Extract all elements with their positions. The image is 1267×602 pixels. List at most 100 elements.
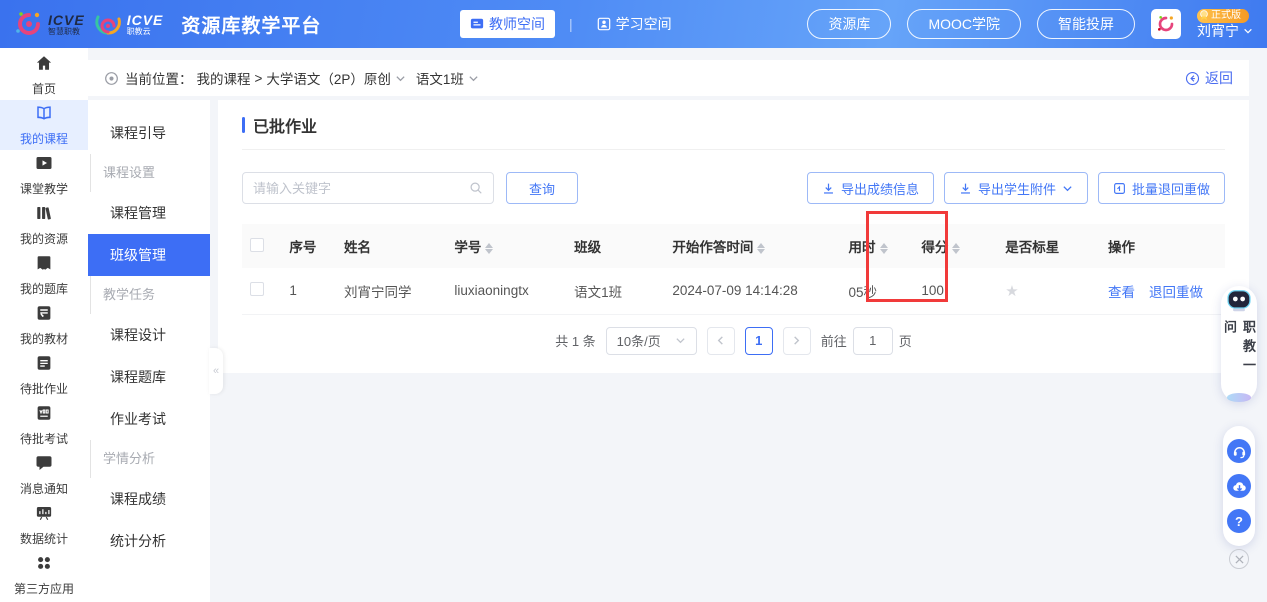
return-redo-icon <box>1113 182 1126 195</box>
peacock-icon <box>93 9 123 39</box>
avatar[interactable] <box>1151 9 1181 39</box>
sidebar-item-label: 我的课程 <box>20 130 68 147</box>
sidebar-item-message[interactable]: 消息通知 <box>0 450 88 500</box>
submenu-group-8: 学情分析 <box>90 440 210 478</box>
row-checkbox[interactable] <box>250 282 264 296</box>
column-header-8: 操作 <box>1100 224 1225 268</box>
submenu-item-6[interactable]: 课程题库 <box>88 356 210 398</box>
goto-page-input[interactable] <box>853 327 893 355</box>
icve-swirl-icon <box>14 9 44 39</box>
column-header-0: 序号 <box>281 224 336 268</box>
icve-zhijiaoyun-logo: ICVE 职教云 <box>93 9 164 39</box>
page-1-button[interactable]: 1 <box>745 327 773 355</box>
export-attachment-button[interactable]: 导出学生附件 <box>944 172 1088 204</box>
cloud-download-icon <box>1232 479 1247 494</box>
space-switcher: 教师空间 | 学习空间 <box>460 10 682 38</box>
breadcrumb-course[interactable]: 大学语文（2P）原创 <box>266 68 391 88</box>
download-center-button[interactable] <box>1227 474 1251 498</box>
search-icon[interactable] <box>469 181 483 195</box>
table-row: 1刘宵宁同学liuxiaoningtx语文1班2024-07-09 14:14:… <box>242 268 1225 314</box>
download-icon <box>822 182 835 195</box>
student-id-cell: liuxiaoningtx <box>446 268 566 314</box>
sidebar-item-label: 我的资源 <box>20 230 68 247</box>
logo2-en: ICVE <box>127 13 164 27</box>
return-redo-link[interactable]: 退回重做 <box>1149 285 1203 300</box>
class-name-cell: 语文1班 <box>566 268 664 314</box>
sidebar-item-stats[interactable]: 数据统计 <box>0 500 88 550</box>
submenu-item-7[interactable]: 作业考试 <box>88 398 210 440</box>
score-cell: 100 <box>913 268 997 314</box>
customer-service-button[interactable] <box>1227 439 1251 463</box>
teacher-space-tab[interactable]: 教师空间 <box>460 10 555 38</box>
download-icon <box>959 182 972 195</box>
sort-carets-icon[interactable] <box>757 243 765 254</box>
search-input[interactable] <box>253 181 469 196</box>
platform-title: 资源库教学平台 <box>181 11 321 38</box>
sidebar-item-label: 首页 <box>32 80 56 97</box>
submenu-item-5[interactable]: 课程设计 <box>88 314 210 356</box>
header-pill-0[interactable]: 资源库 <box>807 9 891 39</box>
export-score-button[interactable]: 导出成绩信息 <box>807 172 934 204</box>
sidebar-item-label: 课堂教学 <box>20 180 68 197</box>
logo1-cn: 智慧职教 <box>48 28 85 36</box>
sort-carets-icon[interactable] <box>952 243 960 254</box>
stats-icon <box>35 504 53 527</box>
column-header-4[interactable]: 开始作答时间 <box>664 224 840 268</box>
sidebar-item-label: 消息通知 <box>20 480 68 497</box>
submenu-item-10[interactable]: 统计分析 <box>88 520 210 562</box>
learn-space-tab[interactable]: 学习空间 <box>587 10 682 38</box>
sort-carets-icon[interactable] <box>485 243 493 254</box>
breadcrumb-root[interactable]: 我的课程 <box>197 68 251 88</box>
sidebar-collapse-handle[interactable]: « <box>209 348 223 394</box>
sidebar-item-homework[interactable]: 待批作业 <box>0 350 88 400</box>
view-link[interactable]: 查看 <box>1108 285 1135 300</box>
class-dropdown-caret-icon[interactable] <box>468 73 479 84</box>
column-header-2[interactable]: 学号 <box>446 224 566 268</box>
breadcrumb-class[interactable]: 语文1班 <box>416 68 464 88</box>
close-icon <box>1235 555 1244 564</box>
username: 刘宵宁 <box>1197 23 1239 39</box>
column-header-6[interactable]: 得分 <box>913 224 997 268</box>
submenu-item-2[interactable]: 课程管理 <box>88 192 210 234</box>
header-pill-2[interactable]: 智能投屏 <box>1037 9 1135 39</box>
back-arrow-icon <box>1185 71 1200 86</box>
close-toolbar-button[interactable] <box>1229 549 1249 569</box>
pagination: 共 1 条 10条/页 1 前往 <box>242 315 1225 367</box>
assistant-label: 职教一问 <box>1220 320 1258 389</box>
sidebar-item-textbook[interactable]: 我的教材 <box>0 300 88 350</box>
course-dropdown-caret-icon[interactable] <box>395 73 406 84</box>
learner-icon <box>597 17 611 31</box>
keyword-search <box>242 172 494 204</box>
query-button[interactable]: 查询 <box>506 172 578 204</box>
submenu-item-0[interactable]: 课程引导 <box>88 112 210 154</box>
sidebar-item-apps[interactable]: 第三方应用 <box>0 550 88 600</box>
help-button[interactable]: ? <box>1227 509 1251 533</box>
prev-page-button[interactable] <box>707 327 735 355</box>
column-header-5[interactable]: 用时 <box>841 224 914 268</box>
next-page-button[interactable] <box>783 327 811 355</box>
assistant-widget[interactable]: 职教一问 <box>1221 286 1257 402</box>
sidebar-item-label: 我的题库 <box>20 280 68 297</box>
sidebar-item-courses[interactable]: 我的课程 <box>0 100 88 150</box>
batch-return-button[interactable]: 批量退回重做 <box>1098 172 1225 204</box>
star-icon[interactable]: ★ <box>1005 283 1018 300</box>
sidebar-item-resources[interactable]: 我的资源 <box>0 200 88 250</box>
sidebar-item-qbank[interactable]: 我的题库 <box>0 250 88 300</box>
home-icon <box>35 54 53 77</box>
page-size-select[interactable]: 10条/页 <box>606 327 697 355</box>
apps-icon <box>35 554 53 577</box>
sort-carets-icon[interactable] <box>880 243 888 254</box>
sidebar-item-home[interactable]: 首页 <box>0 50 88 100</box>
select-all-checkbox[interactable] <box>250 238 264 252</box>
total-count: 共 1 条 <box>555 331 595 350</box>
back-button[interactable]: 返回 <box>1185 68 1233 88</box>
sidebar-item-classroom[interactable]: 课堂教学 <box>0 150 88 200</box>
logo-group: ICVE 智慧职教 ICVE 职教云 资源库教学平台 <box>14 9 321 39</box>
seq-cell: 1 <box>281 268 336 314</box>
header-pill-1[interactable]: MOOC学院 <box>907 9 1021 39</box>
user-menu[interactable]: 正式版 刘宵宁 <box>1197 9 1253 40</box>
submenu-item-3[interactable]: 班级管理 <box>88 234 210 276</box>
submenu-item-9[interactable]: 课程成绩 <box>88 478 210 520</box>
sidebar-item-exam[interactable]: 待批考试 <box>0 400 88 450</box>
qbank-icon <box>35 254 53 277</box>
